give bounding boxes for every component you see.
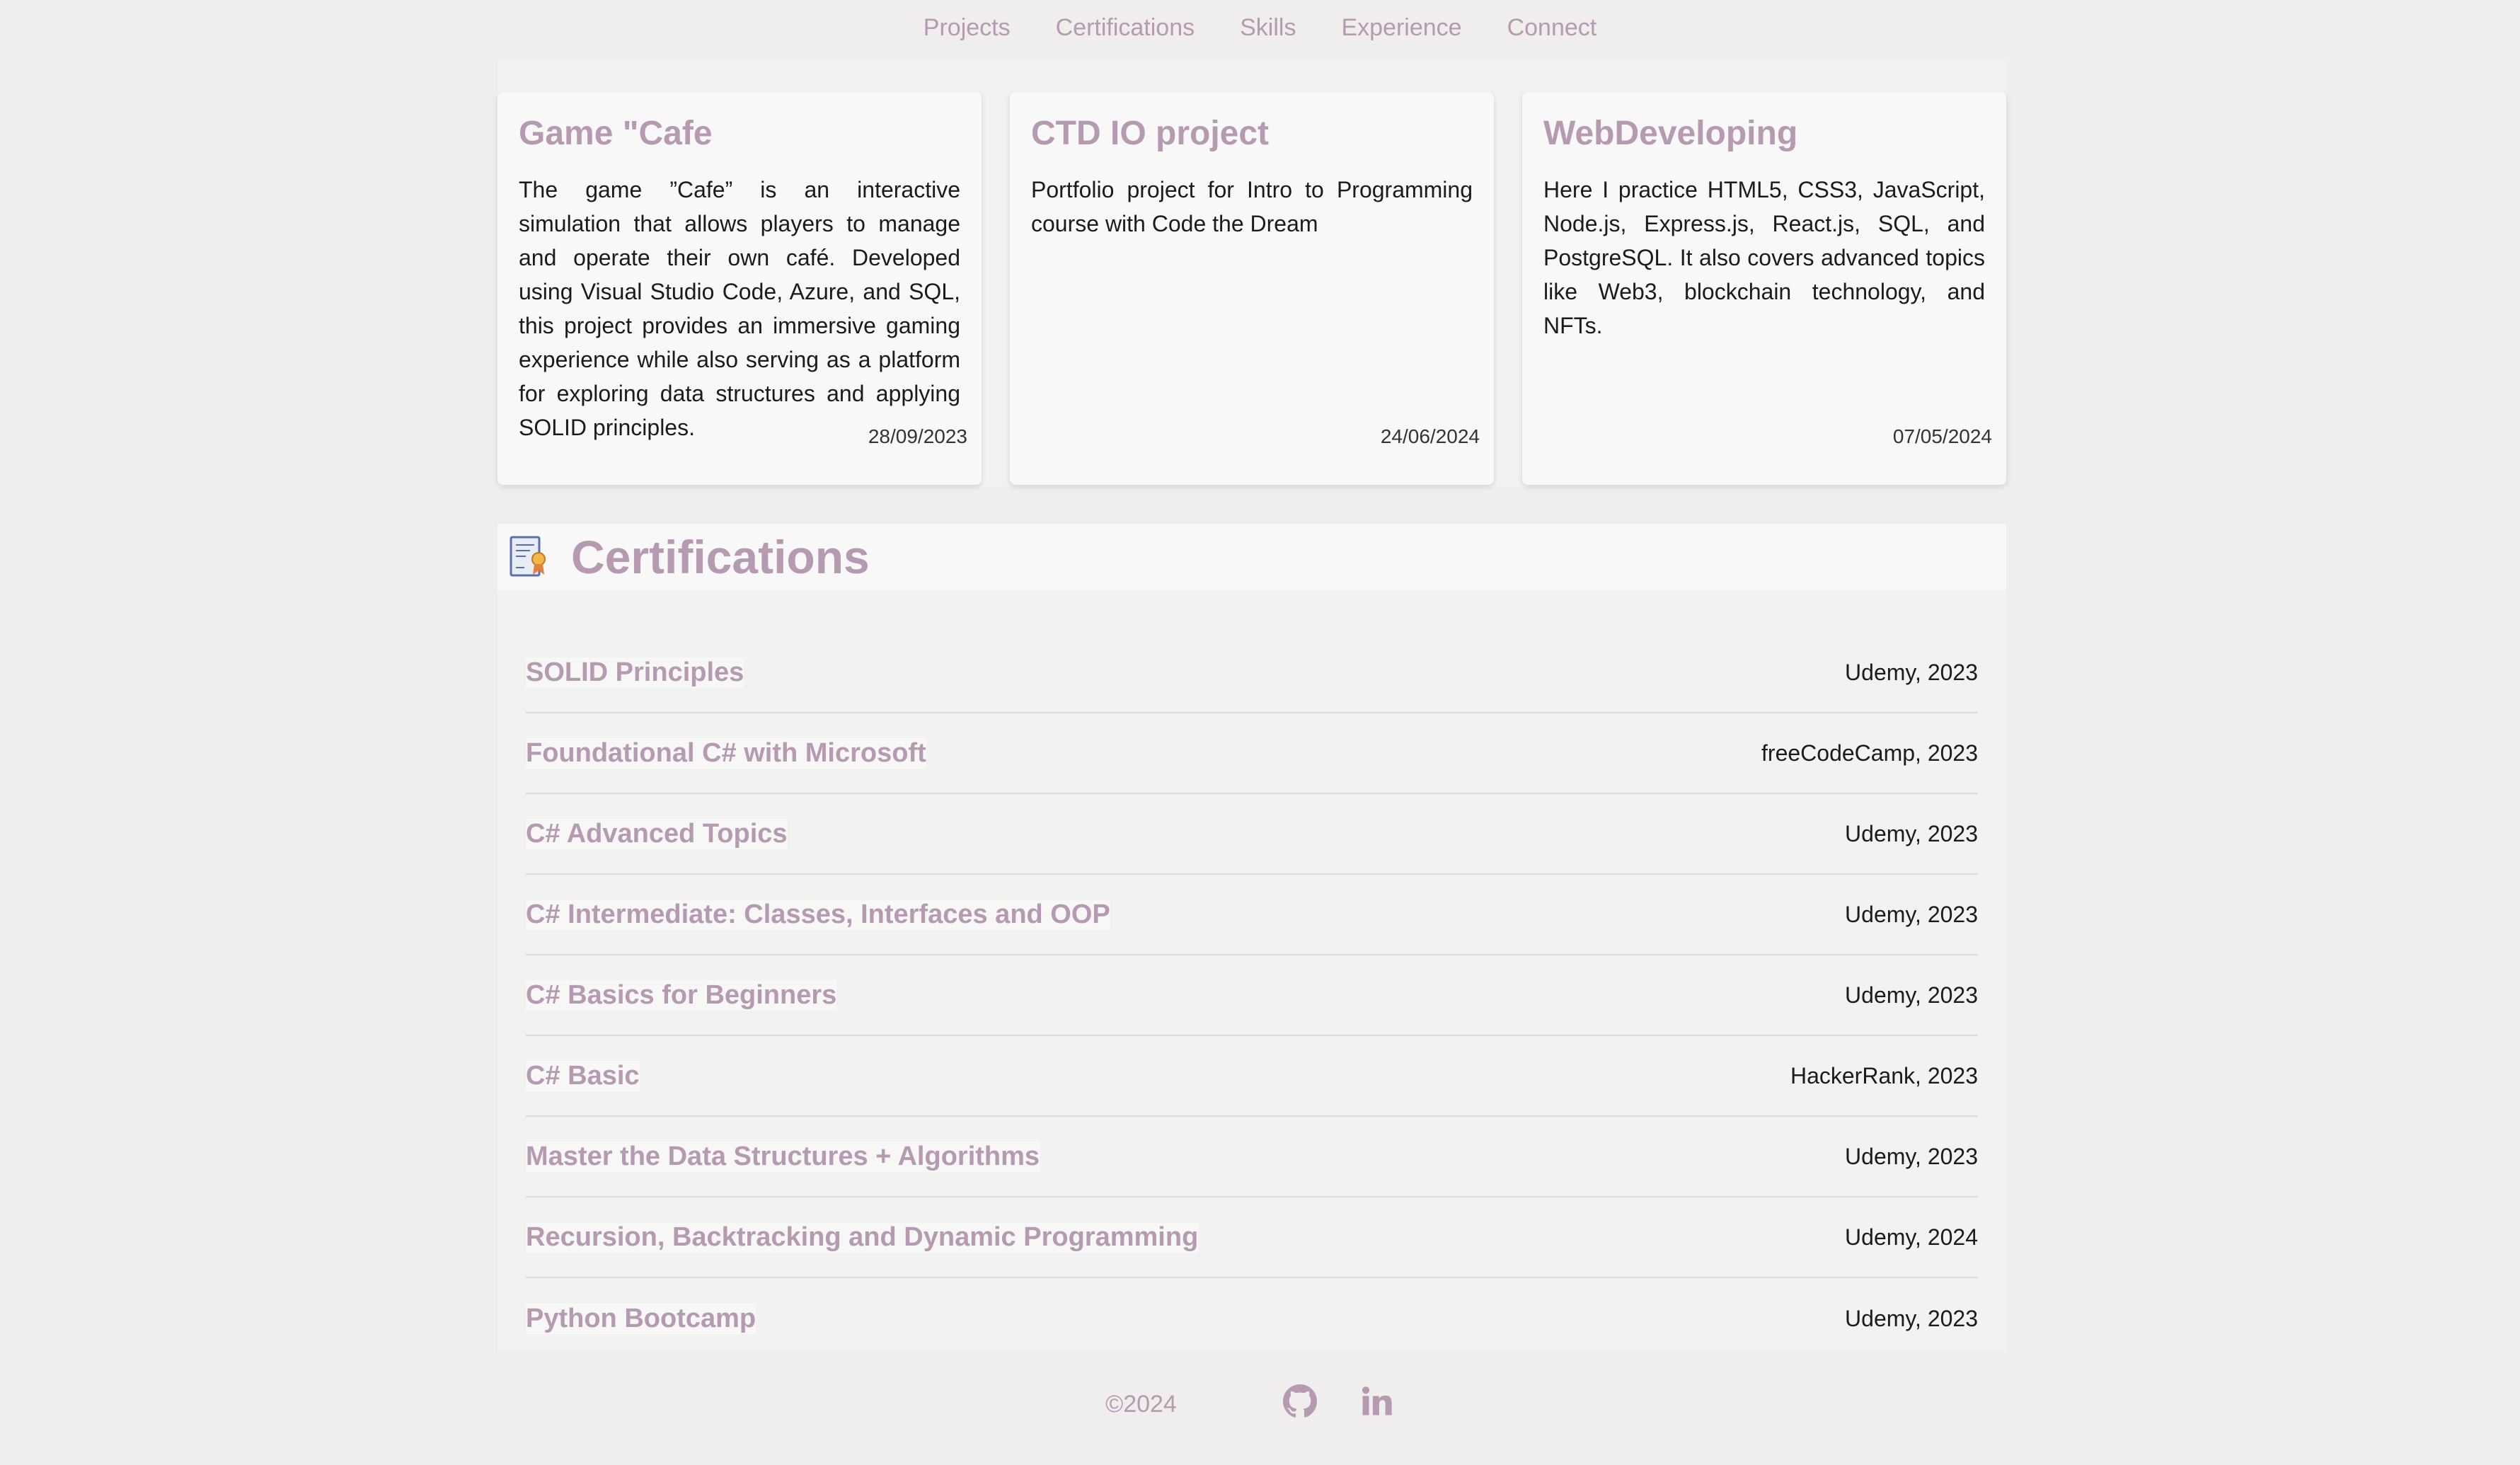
project-date: 24/06/2024 xyxy=(1380,425,1480,447)
certifications-list: SOLID Principles Udemy, 2023 Foundationa… xyxy=(497,590,2006,1352)
cert-link[interactable]: Foundational C# with Microsoft xyxy=(526,737,926,769)
cert-source: Udemy, 2023 xyxy=(1845,982,1978,1008)
cert-source: Udemy, 2023 xyxy=(1845,1143,1978,1169)
certificate-icon xyxy=(510,536,546,577)
cert-link[interactable]: C# Basic xyxy=(526,1060,640,1091)
cert-source: Udemy, 2023 xyxy=(1845,820,1978,846)
project-card-webdev[interactable]: WebDeveloping Here I practice HTML5, CSS… xyxy=(1522,92,2006,485)
nav-projects[interactable]: Projects xyxy=(924,14,1011,42)
project-date: 28/09/2023 xyxy=(868,425,967,447)
list-item: Master the Data Structures + Algorithms … xyxy=(526,1117,1978,1197)
project-card-ctd[interactable]: CTD IO project Portfolio project for Int… xyxy=(1010,92,1494,485)
cert-source: HackerRank, 2023 xyxy=(1790,1062,1978,1088)
cert-link[interactable]: C# Intermediate: Classes, Interfaces and… xyxy=(526,899,1110,930)
list-item: Foundational C# with Microsoft freeCodeC… xyxy=(526,713,1978,794)
nav-skills[interactable]: Skills xyxy=(1240,14,1296,42)
list-item: C# Basic HackerRank, 2023 xyxy=(526,1036,1978,1117)
linkedin-icon[interactable] xyxy=(1359,1384,1393,1418)
project-description: The game ”Cafe” is an interactive simula… xyxy=(519,176,960,440)
cert-link[interactable]: SOLID Principles xyxy=(526,657,744,688)
top-nav: Projects Certifications Skills Experienc… xyxy=(0,0,2520,55)
cert-source: Udemy, 2024 xyxy=(1845,1224,1978,1250)
cert-link[interactable]: Master the Data Structures + Algorithms xyxy=(526,1141,1040,1172)
project-title: WebDeveloping xyxy=(1543,115,1798,152)
project-card-cafe[interactable]: Game "Cafe The game ”Cafe” is an interac… xyxy=(497,92,982,485)
footer: ©2024 xyxy=(0,1373,2520,1430)
cert-source: Udemy, 2023 xyxy=(1845,901,1978,927)
project-cards: Game "Cafe The game ”Cafe” is an interac… xyxy=(497,92,2006,485)
cert-link[interactable]: C# Basics for Beginners xyxy=(526,979,837,1011)
cert-source: Udemy, 2023 xyxy=(1845,1305,1978,1331)
nav-connect[interactable]: Connect xyxy=(1507,14,1597,42)
project-title: CTD IO project xyxy=(1031,115,1270,152)
list-item: SOLID Principles Udemy, 2023 xyxy=(526,633,1978,713)
certifications-heading: Certifications xyxy=(571,531,870,583)
cert-source: Udemy, 2023 xyxy=(1845,659,1978,685)
project-description: Here I practice HTML5, CSS3, JavaScript,… xyxy=(1543,176,1985,338)
cert-link[interactable]: Python Bootcamp xyxy=(526,1303,756,1334)
list-item: Recursion, Backtracking and Dynamic Prog… xyxy=(526,1197,1978,1278)
project-description: Portfolio project for Intro to Programmi… xyxy=(1031,176,1473,236)
cert-link[interactable]: C# Advanced Topics xyxy=(526,818,788,849)
github-icon[interactable] xyxy=(1282,1384,1317,1418)
list-item: C# Intermediate: Classes, Interfaces and… xyxy=(526,875,1978,955)
cert-source: freeCodeCamp, 2023 xyxy=(1761,740,1978,766)
projects-section: Game "Cafe The game ”Cafe” is an interac… xyxy=(497,59,2006,487)
nav-certifications[interactable]: Certifications xyxy=(1056,14,1195,42)
certifications-header: Certifications xyxy=(497,524,2006,590)
copyright-text: ©2024 xyxy=(1105,1390,1177,1418)
list-item: C# Advanced Topics Udemy, 2023 xyxy=(526,794,1978,875)
project-date: 07/05/2024 xyxy=(1892,425,1992,447)
list-item: Python Bootcamp Udemy, 2023 xyxy=(526,1278,1978,1359)
project-title: Game "Cafe xyxy=(519,115,713,152)
nav-experience[interactable]: Experience xyxy=(1341,14,1461,42)
cert-link[interactable]: Recursion, Backtracking and Dynamic Prog… xyxy=(526,1222,1199,1253)
list-item: C# Basics for Beginners Udemy, 2023 xyxy=(526,955,1978,1036)
